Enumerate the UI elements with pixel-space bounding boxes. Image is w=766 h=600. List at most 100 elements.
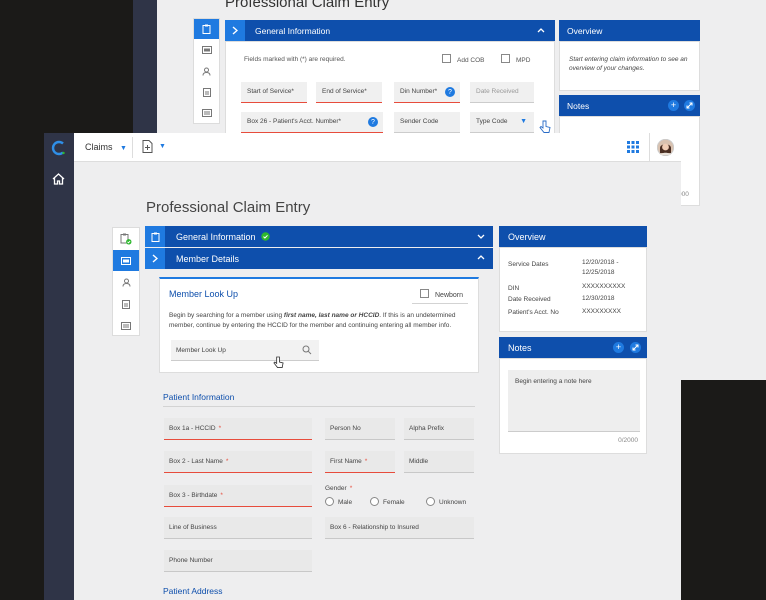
date-received-field[interactable]: Date Received — [470, 82, 534, 103]
member-lookup-description: Begin by searching for a member using fi… — [169, 312, 456, 330]
rail-general-info[interactable] — [113, 228, 139, 249]
user-avatar[interactable] — [657, 139, 674, 156]
required-note: Fields marked with (*) are required. — [244, 56, 346, 63]
help-icon[interactable]: ? — [368, 117, 378, 127]
notes-panel: Begin entering a note here 0/2000 — [499, 358, 647, 454]
expand-icon[interactable] — [630, 342, 641, 353]
din-number-field[interactable]: Din Number*? — [394, 82, 460, 103]
document-icon — [122, 300, 130, 309]
gender-male-radio[interactable]: Male — [325, 497, 352, 506]
back-section-rail — [193, 18, 220, 124]
back-rail-person[interactable] — [194, 61, 219, 81]
list-icon — [121, 321, 131, 330]
middle-name-field[interactable]: Middle — [404, 451, 474, 473]
overview-value: 12/30/2018 — [582, 295, 615, 302]
notes-char-count: 0/2000 — [618, 437, 638, 444]
newborn-checkbox[interactable]: Newborn — [420, 289, 463, 299]
section-rail — [112, 227, 140, 336]
birthdate-field[interactable]: Box 3 - Birthdate * — [164, 485, 312, 507]
end-of-service-field[interactable]: End of Service* — [316, 82, 382, 103]
mpd-checkbox[interactable]: MPD — [501, 54, 530, 64]
sender-code-field[interactable]: Sender Code — [394, 112, 460, 133]
overview-value: 12/20/2018 - — [582, 259, 619, 266]
member-lookup-title: Member Look Up — [169, 289, 239, 299]
chevron-right-icon — [225, 20, 245, 41]
box26-field[interactable]: Box 26 - Patient's Acct. Number*? — [241, 112, 383, 133]
back-rail-clipboard[interactable] — [194, 19, 219, 39]
chevron-up-icon — [537, 28, 545, 33]
back-rail-id-card[interactable] — [194, 40, 219, 60]
side-nav — [44, 133, 74, 600]
person-icon — [122, 278, 130, 287]
chevron-right-icon — [145, 248, 165, 269]
rail-list[interactable] — [113, 315, 139, 336]
hand-cursor-icon — [539, 120, 551, 133]
rail-person[interactable] — [113, 272, 139, 293]
first-name-field[interactable]: First Name * — [325, 451, 395, 473]
expand-icon[interactable] — [684, 100, 695, 111]
overview-value: XXXXXXXXXX — [582, 283, 626, 290]
new-claim-menu[interactable]: ▼ — [142, 140, 166, 158]
overview-value: XXXXXXXXX — [582, 308, 622, 315]
add-cob-checkbox[interactable]: Add COB — [442, 54, 484, 64]
divider — [412, 303, 468, 304]
overview-label: Patient's Acct. No — [508, 309, 559, 316]
overview-value: 12/25/2018 — [582, 269, 615, 276]
rail-member-details[interactable] — [113, 250, 139, 271]
person-icon — [202, 67, 211, 76]
back-general-info-label: General Information — [255, 26, 331, 36]
back-rail-document[interactable] — [194, 82, 219, 102]
notes-textarea[interactable]: Begin entering a note here — [508, 370, 640, 432]
clipboard-icon — [202, 24, 211, 34]
check-circle-icon — [261, 232, 270, 241]
hccid-field[interactable]: Box 1a - HCCID * — [164, 418, 312, 440]
gender-label: Gender * — [325, 485, 353, 492]
overview-label: Service Dates — [508, 261, 549, 268]
last-name-field[interactable]: Box 2 - Last Name * — [164, 451, 312, 473]
back-rail-list[interactable] — [194, 103, 219, 123]
divider — [649, 133, 650, 162]
add-note-icon[interactable]: + — [613, 342, 624, 353]
apps-grid-icon[interactable] — [627, 141, 639, 153]
search-icon — [302, 345, 312, 355]
divider — [163, 406, 475, 407]
rail-document[interactable] — [113, 294, 139, 315]
member-details-header[interactable]: Member Details — [145, 248, 493, 269]
chevron-down-icon — [477, 234, 485, 239]
document-icon — [202, 87, 211, 97]
gender-unknown-radio[interactable]: Unknown — [426, 497, 466, 506]
back-general-info-body: Fields marked with (*) are required. Add… — [225, 41, 555, 136]
clipboard-icon — [145, 226, 165, 247]
type-code-select[interactable]: Type Code ▼ — [470, 112, 534, 133]
home-icon[interactable] — [52, 173, 65, 185]
back-page-title: Professional Claim Entry — [225, 0, 390, 11]
overview-panel: Service Dates 12/20/2018 - 12/25/2018 DI… — [499, 247, 647, 332]
general-info-label: General Information — [176, 232, 256, 242]
overview-label: DIN — [508, 285, 520, 292]
back-overview-hint: Start entering claim information to see … — [559, 41, 700, 91]
phone-number-field[interactable]: Phone Number — [164, 550, 312, 572]
general-info-header[interactable]: General Information — [145, 226, 493, 247]
list-icon — [201, 109, 212, 117]
relationship-field[interactable]: Box 6 - Relationship to Insured — [325, 517, 474, 539]
hand-cursor-icon — [273, 356, 284, 368]
member-search-input[interactable]: Member Look Up — [171, 340, 319, 361]
line-of-business-field[interactable]: Line of Business — [164, 517, 312, 539]
start-of-service-field[interactable]: Start of Service* — [241, 82, 307, 103]
help-icon[interactable]: ? — [445, 87, 455, 97]
claims-menu[interactable]: Claims ▼ — [85, 142, 127, 152]
member-details-label: Member Details — [176, 254, 240, 264]
top-bar: Claims ▼ ▼ — [74, 133, 681, 162]
patient-info-title: Patient Information — [163, 392, 235, 402]
patient-address-title: Patient Address — [163, 586, 223, 596]
page-title: Professional Claim Entry — [146, 199, 311, 216]
person-no-field[interactable]: Person No — [325, 418, 395, 440]
app-logo-icon[interactable] — [51, 140, 67, 156]
back-general-info-header[interactable]: General Information — [225, 20, 555, 41]
back-overview-header: Overview — [559, 20, 700, 41]
add-note-icon[interactable]: + — [668, 100, 679, 111]
alpha-prefix-field[interactable]: Alpha Prefix — [404, 418, 474, 440]
main-window: Claims ▼ ▼ Professional Claim Entry Gene… — [44, 133, 681, 600]
chevron-up-icon — [477, 255, 485, 260]
gender-female-radio[interactable]: Female — [370, 497, 405, 506]
